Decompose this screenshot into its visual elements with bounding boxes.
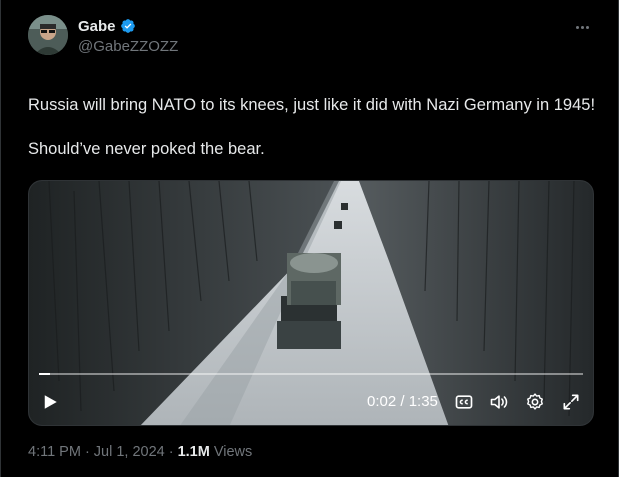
post-time[interactable]: 4:11 PM: [28, 444, 81, 460]
avatar-image: [28, 15, 68, 55]
fullscreen-icon[interactable]: [561, 392, 581, 412]
volume-icon[interactable]: [489, 392, 509, 412]
settings-icon[interactable]: [525, 392, 545, 412]
author-name[interactable]: Gabe: [78, 18, 116, 35]
meta-separator-2: ·: [168, 444, 174, 460]
video-time: 0:02 / 1:35: [367, 393, 438, 410]
play-icon[interactable]: [41, 393, 59, 411]
name-row: Gabe: [78, 16, 178, 36]
post-date[interactable]: Jul 1, 2024: [94, 444, 165, 460]
captions-icon[interactable]: [454, 392, 474, 412]
video-scrubber[interactable]: [39, 373, 583, 375]
tweet-line-1: [28, 72, 598, 94]
meta-separator: ·: [84, 444, 90, 460]
avatar[interactable]: [28, 15, 68, 55]
russia-flag-icon: [28, 76, 48, 90]
video-player[interactable]: 0:02 / 1:35: [28, 180, 594, 426]
tweet-card: Gabe @GabeZZOZZ Russia will bring NATO t…: [0, 0, 619, 477]
author-block: Gabe @GabeZZOZZ: [78, 16, 178, 56]
tweet-line-2: Should’ve never poked the bear.: [28, 140, 265, 158]
views-label: Views: [213, 444, 253, 460]
tweet-text: Russia will bring NATO to its knees, jus…: [28, 72, 598, 160]
more-options-icon[interactable]: [573, 18, 591, 36]
video-progress-fill: [39, 373, 50, 375]
video-controls: 0:02 / 1:35: [29, 379, 593, 425]
views-count: 1.1M: [177, 444, 210, 460]
tweet-meta: 4:11 PM · Jul 1, 2024 · 1.1M Views: [28, 443, 252, 461]
verified-badge-icon[interactable]: [120, 18, 136, 34]
tweet-line-1-text: Russia will bring NATO to its knees, jus…: [28, 96, 596, 114]
author-handle[interactable]: @GabeZZOZZ: [78, 38, 178, 55]
